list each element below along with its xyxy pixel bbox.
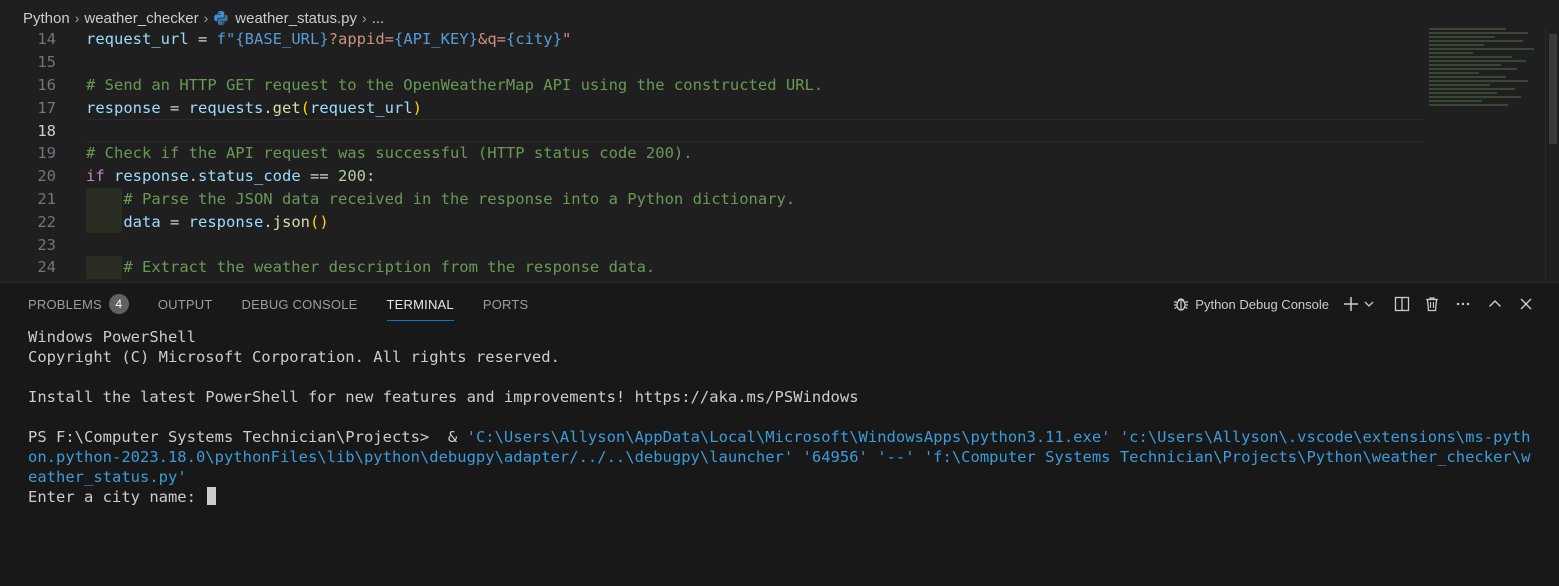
breadcrumb-item-folder[interactable]: weather_checker bbox=[84, 10, 198, 27]
close-icon bbox=[1519, 297, 1533, 311]
breadcrumb-item-file[interactable]: weather_status.py bbox=[235, 10, 357, 27]
line-number: 21 bbox=[37, 189, 56, 208]
terminal-line: Copyright (C) Microsoft Corporation. All… bbox=[28, 348, 560, 366]
code-line[interactable]: 17 response = requests.get(request_url) bbox=[0, 96, 1430, 119]
tab-output[interactable]: OUTPUT bbox=[158, 283, 213, 325]
line-number: 17 bbox=[37, 98, 56, 117]
tab-terminal[interactable]: TERMINAL bbox=[386, 283, 455, 325]
code-line[interactable]: 22 data = response.json() bbox=[0, 210, 1430, 234]
code-text: # Send an HTTP GET request to the OpenWe… bbox=[86, 75, 824, 94]
line-number: 18 bbox=[37, 121, 56, 140]
line-number: 14 bbox=[37, 30, 56, 49]
tab-label: TERMINAL bbox=[386, 296, 454, 312]
code-text: # Extract the weather description from t… bbox=[86, 258, 656, 277]
line-number: 23 bbox=[37, 235, 56, 254]
tab-debug-console[interactable]: DEBUG CONSOLE bbox=[242, 283, 358, 325]
more-icon bbox=[1455, 296, 1471, 312]
chevron-right-icon: › bbox=[203, 10, 209, 26]
tab-label: PORTS bbox=[482, 296, 529, 312]
terminal-prompt: PS F:\Computer Systems Technician\Projec… bbox=[28, 428, 467, 446]
tab-label: DEBUG CONSOLE bbox=[241, 296, 358, 312]
new-terminal-button[interactable] bbox=[1341, 291, 1361, 317]
line-number: 15 bbox=[37, 53, 56, 72]
problems-count-badge: 4 bbox=[108, 294, 129, 314]
split-icon bbox=[1394, 296, 1410, 312]
terminal-line: Install the latest PowerShell for new fe… bbox=[28, 388, 859, 406]
tab-problems[interactable]: PROBLEMS 4 bbox=[28, 283, 129, 325]
line-number: 19 bbox=[37, 144, 56, 163]
line-number: 16 bbox=[37, 75, 56, 94]
tab-ports[interactable]: PORTS bbox=[483, 283, 529, 325]
chevron-right-icon: › bbox=[362, 10, 367, 26]
code-text: # Parse the JSON data received in the re… bbox=[86, 189, 796, 208]
terminal-line: Windows PowerShell bbox=[28, 328, 196, 346]
code-line[interactable]: 15 bbox=[0, 51, 1430, 74]
tab-label: OUTPUT bbox=[157, 296, 213, 312]
terminal-profile-selector[interactable]: Python Debug Console bbox=[1172, 291, 1329, 317]
chevron-right-icon: › bbox=[74, 10, 80, 26]
maximize-panel-button[interactable] bbox=[1479, 291, 1511, 317]
code-line[interactable]: 23 bbox=[0, 233, 1430, 256]
bottom-panel: PROBLEMS 4 OUTPUT DEBUG CONSOLE TERMINAL… bbox=[0, 282, 1559, 586]
code-text: request_url = f"{BASE_URL}?appid={API_KE… bbox=[86, 30, 572, 49]
line-number: 24 bbox=[37, 258, 56, 277]
chevron-up-icon bbox=[1488, 297, 1502, 311]
code-line[interactable]: 16 # Send an HTTP GET request to the Open… bbox=[0, 74, 1430, 97]
line-number: 22 bbox=[37, 212, 56, 231]
editor-scrollbar[interactable] bbox=[1545, 28, 1559, 282]
terminal-cursor bbox=[207, 487, 217, 505]
breadcrumb-item-symbols[interactable]: ... bbox=[372, 10, 385, 27]
add-icon bbox=[1343, 296, 1359, 312]
more-actions-button[interactable] bbox=[1447, 291, 1479, 317]
tab-label: PROBLEMS bbox=[28, 296, 102, 312]
split-terminal-button[interactable] bbox=[1387, 291, 1417, 317]
editor-scrollbar-thumb[interactable] bbox=[1549, 34, 1557, 144]
code-line[interactable]: 20 if response.status_code == 200: bbox=[0, 165, 1430, 188]
code-text: response = requests.get(request_url) bbox=[86, 98, 422, 117]
line-number: 20 bbox=[37, 167, 56, 186]
code-line[interactable]: 18 bbox=[0, 119, 1430, 142]
minimap[interactable] bbox=[1429, 28, 1539, 128]
terminal-output[interactable]: Windows PowerShell Copyright (C) Microso… bbox=[28, 327, 1538, 507]
code-line[interactable]: 19 # Check if the API request was success… bbox=[0, 142, 1430, 165]
code-line[interactable]: 14 request_url = f"{BASE_URL}?appid={API_… bbox=[0, 28, 1430, 51]
python-file-icon bbox=[213, 10, 229, 26]
terminal-input-line[interactable]: Enter a city name: bbox=[28, 487, 1538, 507]
code-text: if response.status_code == 200: bbox=[86, 167, 376, 186]
code-line[interactable]: 21 # Parse the JSON data received in the… bbox=[0, 187, 1430, 211]
debug-icon bbox=[1172, 295, 1190, 313]
terminal-profile-label: Python Debug Console bbox=[1195, 296, 1329, 312]
close-panel-button[interactable] bbox=[1511, 291, 1541, 317]
chevron-down-icon bbox=[1364, 299, 1374, 309]
code-text: data = response.json() bbox=[123, 212, 329, 231]
code-editor[interactable]: 14 request_url = f"{BASE_URL}?appid={API_… bbox=[0, 28, 1559, 282]
trash-icon bbox=[1424, 296, 1440, 312]
terminal-dropdown-button[interactable] bbox=[1361, 291, 1377, 317]
terminal-command-line: PS F:\Computer Systems Technician\Projec… bbox=[28, 427, 1538, 487]
panel-actions: Python Debug Console bbox=[1172, 283, 1541, 325]
input-prompt: Enter a city name: bbox=[28, 488, 206, 506]
code-text: # Check if the API request was successfu… bbox=[86, 144, 693, 163]
code-line[interactable]: 24 # Extract the weather description fro… bbox=[0, 256, 1430, 279]
kill-terminal-button[interactable] bbox=[1417, 291, 1447, 317]
breadcrumb-item-python[interactable]: Python bbox=[23, 10, 70, 27]
